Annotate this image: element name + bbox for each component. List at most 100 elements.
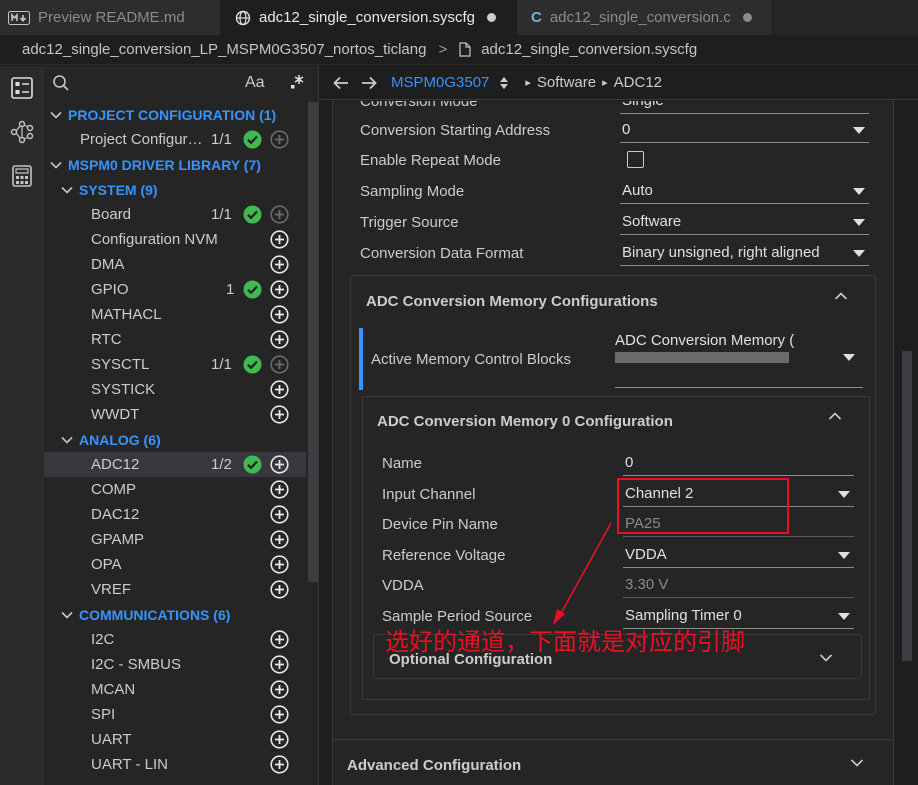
add-instance-icon[interactable] [270, 330, 289, 349]
tree-item[interactable]: WWDT [44, 402, 306, 427]
tree-item[interactable]: OPA [44, 552, 306, 577]
chevron-down-icon[interactable] [838, 613, 850, 620]
select-field[interactable]: Binary unsigned, right aligned [620, 240, 869, 266]
select-field[interactable]: 0 [620, 117, 869, 143]
add-instance-icon[interactable] [270, 655, 289, 674]
chevron-down-icon[interactable] [50, 111, 62, 119]
tree-item[interactable]: RTC [44, 327, 306, 352]
chevron-down-icon[interactable] [853, 188, 865, 195]
select-field[interactable]: Auto [620, 178, 869, 204]
search-icon[interactable] [52, 74, 70, 92]
tree-item[interactable]: DAC12 [44, 502, 306, 527]
add-instance-icon[interactable] [270, 630, 289, 649]
chevron-down-icon[interactable] [850, 758, 864, 768]
software-view-button[interactable] [0, 66, 44, 110]
tree-item[interactable]: COMP [44, 477, 306, 502]
select-field[interactable]: Software [620, 209, 869, 235]
add-instance-icon[interactable] [270, 480, 289, 499]
device-link[interactable]: MSPM0G3507 [391, 74, 489, 91]
tree-item[interactable]: SYSTICK [44, 377, 306, 402]
tree-item[interactable]: Project Configur… 1/1 [44, 127, 306, 152]
editor-scrollbar[interactable] [902, 351, 912, 661]
tree-group-header[interactable]: SYSTEM (9) [44, 177, 306, 202]
tab-preview-readme[interactable]: Preview README.md [0, 0, 221, 35]
add-instance-icon[interactable] [270, 505, 289, 524]
chevron-down-icon[interactable] [50, 161, 62, 169]
tree-group-header[interactable]: PROJECT CONFIGURATION (1) [44, 102, 306, 127]
add-instance-icon[interactable] [270, 280, 289, 299]
add-instance-icon[interactable] [270, 680, 289, 699]
tree-item[interactable]: GPAMP [44, 527, 306, 552]
add-instance-icon[interactable] [270, 130, 289, 149]
add-instance-icon[interactable] [270, 380, 289, 399]
add-instance-icon[interactable] [270, 230, 289, 249]
chevron-down-icon[interactable] [61, 436, 73, 444]
tab-c-file[interactable]: C adc12_single_conversion.c [517, 0, 773, 35]
memory-section-title[interactable]: ADC Conversion Memory Configurations [366, 293, 658, 310]
chevron-down-icon[interactable] [853, 127, 865, 134]
tree-item[interactable]: VREF [44, 577, 306, 602]
tree-group-header[interactable]: COMMUNICATIONS (6) [44, 602, 306, 627]
chevron-up-icon[interactable] [834, 291, 848, 301]
select-value: 0 [622, 121, 631, 138]
add-instance-icon[interactable] [270, 705, 289, 724]
forward-arrow-icon[interactable] [361, 76, 377, 90]
tree-item[interactable]: DMA [44, 252, 306, 277]
add-instance-icon[interactable] [270, 355, 289, 374]
add-instance-icon[interactable] [270, 730, 289, 749]
text-input[interactable]: 0 [623, 450, 854, 476]
advanced-config-title[interactable]: Advanced Configuration [347, 757, 521, 774]
add-instance-icon[interactable] [270, 455, 289, 474]
breadcrumb-file[interactable]: adc12_single_conversion.syscfg [481, 41, 697, 58]
add-instance-icon[interactable] [270, 555, 289, 574]
tree-item[interactable]: ADC12 1/2 [44, 452, 306, 477]
unsaved-dot-icon[interactable] [486, 13, 496, 22]
breadcrumb-project[interactable]: adc12_single_conversion_LP_MSPM0G3507_no… [22, 41, 426, 58]
active-blocks-multiselect[interactable]: ADC Conversion Memory ( [615, 328, 863, 388]
tree-item[interactable]: SPI [44, 702, 306, 727]
active-indicator-bar [359, 328, 363, 390]
conversion-mode-select[interactable]: Single [620, 101, 869, 114]
tree-item[interactable]: MCAN [44, 677, 306, 702]
add-instance-icon[interactable] [270, 405, 289, 424]
device-sort-icon[interactable] [499, 76, 509, 90]
chevron-down-icon[interactable] [61, 611, 73, 619]
tree-item[interactable]: UART [44, 727, 306, 752]
chevron-down-icon[interactable] [819, 653, 833, 663]
add-instance-icon[interactable] [270, 255, 289, 274]
tree-item[interactable]: UART - LIN [44, 752, 306, 777]
tree-item[interactable]: MATHACL [44, 302, 306, 327]
add-instance-icon[interactable] [270, 755, 289, 774]
regex-icon[interactable] [288, 73, 306, 91]
calculator-view-button[interactable] [0, 154, 44, 198]
tab-syscfg[interactable]: adc12_single_conversion.syscfg [221, 0, 517, 35]
chevron-down-icon[interactable] [853, 219, 865, 226]
tree-item[interactable]: SYSCTL 1/1 [44, 352, 306, 377]
tree-item[interactable]: I2C [44, 627, 306, 652]
chevron-down-icon[interactable] [838, 552, 850, 559]
chevron-down-icon[interactable] [838, 491, 850, 498]
tree-group-header[interactable]: MSPM0 DRIVER LIBRARY (7) [44, 152, 306, 177]
unsaved-dot-icon[interactable] [742, 13, 752, 22]
hierarchy-view-button[interactable] [0, 110, 44, 154]
add-instance-icon[interactable] [270, 530, 289, 549]
chevron-down-icon[interactable] [843, 354, 855, 361]
tree-item[interactable]: I2C - SMBUS [44, 652, 306, 677]
add-instance-icon[interactable] [270, 305, 289, 324]
add-instance-icon[interactable] [270, 205, 289, 224]
tree-item[interactable]: GPIO 1 [44, 277, 306, 302]
chevron-down-icon[interactable] [61, 186, 73, 194]
crumb-software[interactable]: Software [537, 74, 596, 91]
sidebar-scrollbar[interactable] [308, 102, 318, 582]
tree-item[interactable]: Board 1/1 [44, 202, 306, 227]
chevron-down-icon[interactable] [853, 250, 865, 257]
tree-group-header[interactable]: ANALOG (6) [44, 427, 306, 452]
back-arrow-icon[interactable] [333, 76, 349, 90]
match-case-toggle[interactable]: Aa [245, 74, 265, 92]
memory0-section-title[interactable]: ADC Conversion Memory 0 Configuration [377, 413, 673, 430]
add-instance-icon[interactable] [270, 580, 289, 599]
select-field[interactable]: VDDA [623, 542, 854, 568]
chevron-up-icon[interactable] [828, 411, 842, 421]
repeat-mode-checkbox[interactable] [627, 151, 644, 168]
tree-item[interactable]: Configuration NVM [44, 227, 306, 252]
